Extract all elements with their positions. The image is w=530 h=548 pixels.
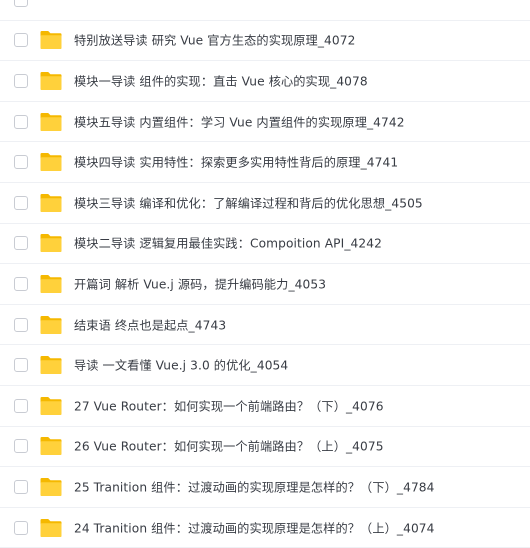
file-row-partial[interactable] <box>0 0 530 21</box>
row-checkbox[interactable] <box>14 0 28 7</box>
row-checkbox[interactable] <box>14 317 28 332</box>
file-name[interactable]: 导读 一文看懂 Vue.j 3.0 的优化_4054 <box>74 356 288 374</box>
folder-icon <box>39 152 63 172</box>
file-row[interactable]: 模块四导读 实用特性：探索更多实用特性背后的原理_4741 <box>0 142 530 183</box>
row-checkbox[interactable] <box>14 236 28 251</box>
folder-icon <box>39 71 63 91</box>
file-row[interactable]: 开篇词 解析 Vue.j 源码，提升编码能力_4053 <box>0 264 530 305</box>
folder-icon <box>39 518 63 538</box>
file-row[interactable]: 模块二导读 逻辑复用最佳实践：Compoition API_4242 <box>0 224 530 265</box>
file-row[interactable]: 24 Tranition 组件：过渡动画的实现原理是怎样的？（上）_4074 <box>0 508 530 548</box>
file-name[interactable]: 26 Vue Router：如何实现一个前端路由？（上）_4075 <box>74 437 384 455</box>
folder-icon <box>39 233 63 253</box>
file-name[interactable]: 模块四导读 实用特性：探索更多实用特性背后的原理_4741 <box>74 153 398 171</box>
file-row[interactable]: 结束语 终点也是起点_4743 <box>0 305 530 346</box>
file-name[interactable]: 27 Vue Router：如何实现一个前端路由？（下）_4076 <box>74 396 384 414</box>
file-name[interactable]: 模块二导读 逻辑复用最佳实践：Compoition API_4242 <box>74 234 382 252</box>
folder-icon <box>39 274 63 294</box>
folder-icon <box>39 315 63 335</box>
file-name[interactable]: 25 Tranition 组件：过渡动画的实现原理是怎样的？（下）_4784 <box>74 478 435 496</box>
row-checkbox[interactable] <box>14 358 28 373</box>
folder-icon <box>39 193 63 213</box>
file-row[interactable]: 模块一导读 组件的实现：直击 Vue 核心的实现_4078 <box>0 61 530 102</box>
file-name[interactable]: 结束语 终点也是起点_4743 <box>74 315 226 333</box>
file-list: 特别放送导读 研究 Vue 官方生态的实现原理_4072 模块一导读 组件的实现… <box>0 0 530 548</box>
file-row[interactable]: 特别放送导读 研究 Vue 官方生态的实现原理_4072 <box>0 21 530 62</box>
row-checkbox[interactable] <box>14 276 28 291</box>
file-row[interactable]: 25 Tranition 组件：过渡动画的实现原理是怎样的？（下）_4784 <box>0 467 530 508</box>
file-row[interactable]: 26 Vue Router：如何实现一个前端路由？（上）_4075 <box>0 427 530 468</box>
file-name[interactable]: 特别放送导读 研究 Vue 官方生态的实现原理_4072 <box>74 31 355 49</box>
row-checkbox[interactable] <box>14 439 28 454</box>
row-checkbox[interactable] <box>14 155 28 170</box>
folder-icon <box>39 477 63 497</box>
row-checkbox[interactable] <box>14 398 28 413</box>
row-checkbox[interactable] <box>14 195 28 210</box>
file-name[interactable]: 模块三导读 编译和优化：了解编译过程和背后的优化思想_4505 <box>74 193 423 211</box>
folder-icon <box>39 30 63 50</box>
row-checkbox[interactable] <box>14 73 28 88</box>
file-name[interactable]: 开篇词 解析 Vue.j 源码，提升编码能力_4053 <box>74 275 326 293</box>
row-checkbox[interactable] <box>14 479 28 494</box>
file-row[interactable]: 模块三导读 编译和优化：了解编译过程和背后的优化思想_4505 <box>0 183 530 224</box>
folder-icon <box>39 436 63 456</box>
file-name[interactable]: 模块五导读 内置组件：学习 Vue 内置组件的实现原理_4742 <box>74 112 405 130</box>
file-row[interactable]: 导读 一文看懂 Vue.j 3.0 的优化_4054 <box>0 345 530 386</box>
file-row[interactable]: 模块五导读 内置组件：学习 Vue 内置组件的实现原理_4742 <box>0 102 530 143</box>
file-row[interactable]: 27 Vue Router：如何实现一个前端路由？（下）_4076 <box>0 386 530 427</box>
file-name[interactable]: 模块一导读 组件的实现：直击 Vue 核心的实现_4078 <box>74 72 368 90</box>
folder-icon <box>39 355 63 375</box>
folder-icon <box>39 396 63 416</box>
row-checkbox[interactable] <box>14 520 28 535</box>
row-checkbox[interactable] <box>14 114 28 129</box>
row-checkbox[interactable] <box>14 33 28 48</box>
file-name[interactable]: 24 Tranition 组件：过渡动画的实现原理是怎样的？（上）_4074 <box>74 518 435 536</box>
folder-icon <box>39 112 63 132</box>
